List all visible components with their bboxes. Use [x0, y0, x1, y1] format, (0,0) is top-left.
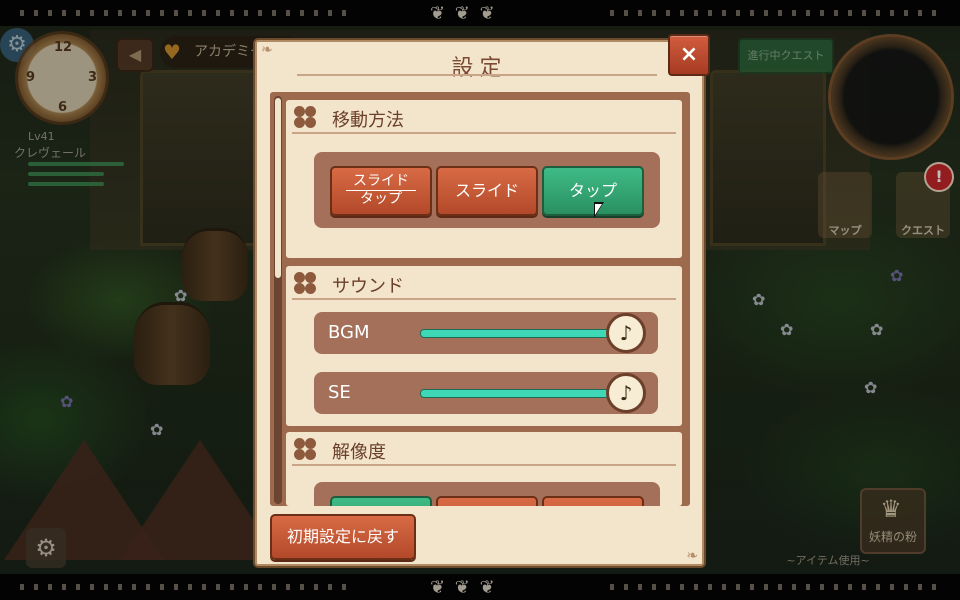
bgm-slider-row: BGM ♪ — [314, 312, 658, 354]
se-slider-track[interactable] — [420, 389, 622, 398]
close-button[interactable]: × — [668, 34, 710, 76]
scrollbar-thumb[interactable] — [275, 98, 281, 278]
reset-defaults-button[interactable]: 初期設定に戻す — [270, 514, 416, 560]
title-divider — [297, 74, 657, 76]
bgm-slider-knob[interactable]: ♪ — [606, 313, 646, 353]
section-title: 移動方法 — [332, 110, 404, 131]
option-label: タップ — [360, 191, 402, 207]
section-divider — [292, 464, 676, 466]
mouse-cursor-icon — [595, 204, 602, 215]
bgm-slider-track[interactable] — [420, 329, 622, 338]
clover-icon — [294, 438, 316, 460]
option-label: スライド — [454, 181, 519, 200]
resolution-section: 解像度 — [286, 432, 682, 506]
section-title: 解像度 — [332, 442, 386, 463]
movement-slide-button[interactable]: スライド — [436, 166, 538, 216]
dialog-title: 設定 — [451, 56, 508, 81]
section-divider — [292, 298, 676, 300]
sound-section: サウンド BGM ♪ SE ♪ — [286, 266, 682, 426]
movement-tap-button[interactable]: タップ — [542, 166, 644, 216]
resolution-option-button[interactable] — [436, 496, 538, 506]
resolution-option-button[interactable] — [542, 496, 644, 506]
option-label: スライド — [346, 173, 416, 191]
movement-slide-tap-button[interactable]: スライド タップ — [330, 166, 432, 216]
corner-ornament-icon: ❧ — [686, 548, 698, 564]
bgm-label: BGM — [328, 322, 370, 343]
clover-icon — [294, 106, 316, 128]
se-slider-row: SE ♪ — [314, 372, 658, 414]
clover-icon — [294, 272, 316, 294]
section-divider — [292, 132, 676, 134]
se-label: SE — [328, 382, 351, 403]
se-slider-knob[interactable]: ♪ — [606, 373, 646, 413]
option-label: タップ — [568, 181, 617, 200]
section-title: サウンド — [332, 276, 404, 297]
resolution-option-button[interactable] — [330, 496, 432, 506]
movement-section: 移動方法 スライド タップ スライド タップ — [286, 100, 682, 258]
